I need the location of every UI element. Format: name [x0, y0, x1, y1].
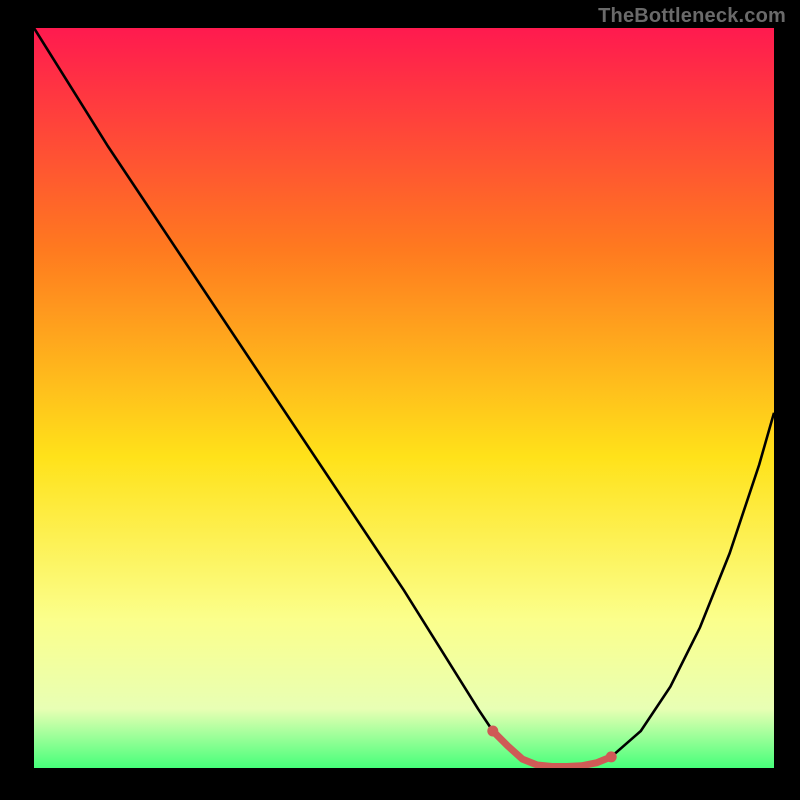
watermark-label: TheBottleneck.com	[598, 5, 786, 28]
chart-svg	[34, 28, 774, 768]
gradient-background	[34, 28, 774, 768]
plot-area	[34, 28, 774, 768]
optimal-range-end-dot	[606, 751, 617, 762]
chart-container: TheBottleneck.com	[0, 0, 800, 800]
optimal-range-start-dot	[487, 726, 498, 737]
